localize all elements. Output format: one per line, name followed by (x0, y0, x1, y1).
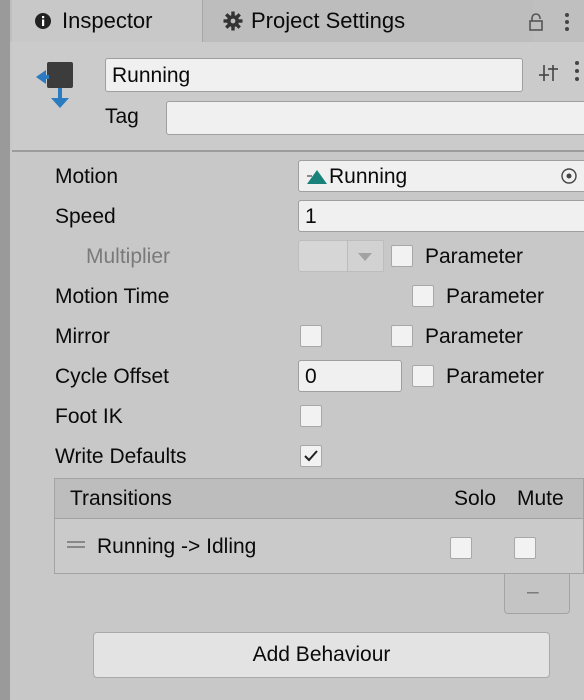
mirror-checkbox[interactable] (300, 325, 322, 347)
transitions-title: Transitions (70, 487, 172, 510)
foot-ik-label: Foot IK (55, 405, 123, 428)
multiplier-dropdown-arrow (348, 240, 384, 272)
tab-project-settings-label: Project Settings (251, 8, 406, 33)
state-name-field[interactable]: Running (105, 58, 523, 92)
solo-column-label: Solo (454, 487, 497, 510)
tag-label: Tag (105, 105, 139, 128)
transitions-header: Transitions Solo Mute (54, 478, 584, 518)
preset-sliders-icon[interactable] (538, 62, 560, 84)
remove-transition-button[interactable]: – (504, 574, 570, 614)
tab-inspector-label: Inspector (62, 8, 153, 33)
multiplier-parameter-checkbox[interactable] (391, 245, 413, 267)
tag-field[interactable] (166, 101, 584, 135)
more-vert-icon[interactable] (563, 12, 571, 32)
write-defaults-checkbox[interactable] (300, 445, 322, 467)
transition-solo-checkbox[interactable] (450, 537, 472, 559)
motion-time-label: Motion Time (55, 285, 170, 308)
cycle-offset-label: Cycle Offset (55, 365, 169, 388)
transition-label: Running -> Idling (97, 535, 257, 558)
animator-state-icon (36, 62, 73, 108)
speed-value: 1 (305, 205, 317, 228)
animation-clip-icon (307, 170, 327, 184)
multiplier-label: Multiplier (86, 245, 171, 268)
mirror-parameter-checkbox[interactable] (391, 325, 413, 347)
motion-label: Motion (55, 165, 119, 188)
multiplier-parameter-dropdown (298, 240, 348, 272)
tab-inspector[interactable]: Inspector (12, 0, 203, 42)
cycle-offset-parameter-label: Parameter (446, 365, 545, 388)
gear-icon (223, 11, 243, 31)
transition-row[interactable]: Running -> Idling (55, 519, 583, 573)
mirror-parameter-label: Parameter (425, 325, 524, 348)
add-behaviour-button[interactable]: Add Behaviour (93, 632, 550, 678)
mute-column-label: Mute (517, 487, 564, 510)
motion-object-field[interactable]: Running (298, 160, 584, 192)
drag-handle-icon[interactable] (67, 541, 85, 549)
speed-field[interactable]: 1 (298, 200, 584, 232)
checkmark-icon (304, 450, 318, 462)
mirror-label: Mirror (55, 325, 110, 348)
motion-time-parameter-checkbox[interactable] (412, 285, 434, 307)
cycle-offset-parameter-checkbox[interactable] (412, 365, 434, 387)
motion-value: Running (329, 165, 408, 188)
cycle-offset-value: 0 (305, 365, 317, 388)
chevron-down-icon (358, 253, 372, 261)
transition-mute-checkbox[interactable] (514, 537, 536, 559)
cycle-offset-field[interactable]: 0 (298, 360, 402, 392)
transitions-list: Running -> Idling (54, 518, 584, 574)
write-defaults-label: Write Defaults (55, 445, 187, 468)
lock-icon[interactable] (528, 12, 544, 32)
object-picker-icon[interactable] (560, 167, 578, 185)
state-name-value: Running (112, 64, 191, 87)
component-menu-icon[interactable] (573, 60, 581, 82)
multiplier-parameter-label: Parameter (425, 245, 524, 268)
window-left-edge (0, 0, 10, 700)
info-icon (35, 13, 51, 29)
foot-ik-checkbox[interactable] (300, 405, 322, 427)
motion-time-parameter-label: Parameter (446, 285, 545, 308)
tab-project-settings[interactable]: Project Settings (203, 0, 533, 42)
speed-label: Speed (55, 205, 116, 228)
remove-transition-label: – (527, 580, 539, 603)
